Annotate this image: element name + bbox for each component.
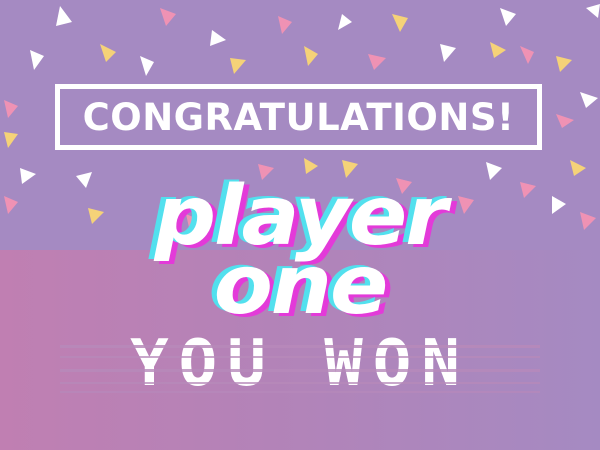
confetti-piece: [140, 56, 154, 76]
you-won-text: YOU WON: [130, 327, 470, 401]
confetti-piece: [556, 114, 574, 128]
congratulations-banner: CONGRATULATIONS!: [55, 84, 542, 150]
confetti-piece: [278, 16, 292, 34]
headline-one: one: [213, 238, 389, 333]
confetti-piece: [338, 14, 352, 30]
confetti-piece: [570, 160, 586, 176]
confetti-piece: [556, 56, 572, 72]
confetti-piece: [440, 44, 456, 62]
confetti-piece: [230, 58, 246, 74]
confetti-piece: [4, 132, 18, 148]
congratulations-text: CONGRATULATIONS!: [82, 95, 515, 139]
confetti-piece: [490, 42, 506, 58]
confetti-piece: [500, 8, 516, 26]
confetti-piece: [368, 54, 386, 70]
confetti-piece: [520, 46, 534, 64]
confetti-piece: [30, 50, 44, 70]
confetti-piece: [580, 92, 598, 108]
confetti-piece: [304, 46, 318, 66]
confetti-piece: [100, 44, 116, 62]
confetti-piece: [586, 4, 600, 18]
confetti-piece: [4, 100, 18, 118]
confetti-piece: [160, 8, 176, 26]
confetti-piece: [392, 14, 408, 32]
confetti-piece: [210, 30, 226, 46]
confetti-piece: [56, 6, 72, 26]
